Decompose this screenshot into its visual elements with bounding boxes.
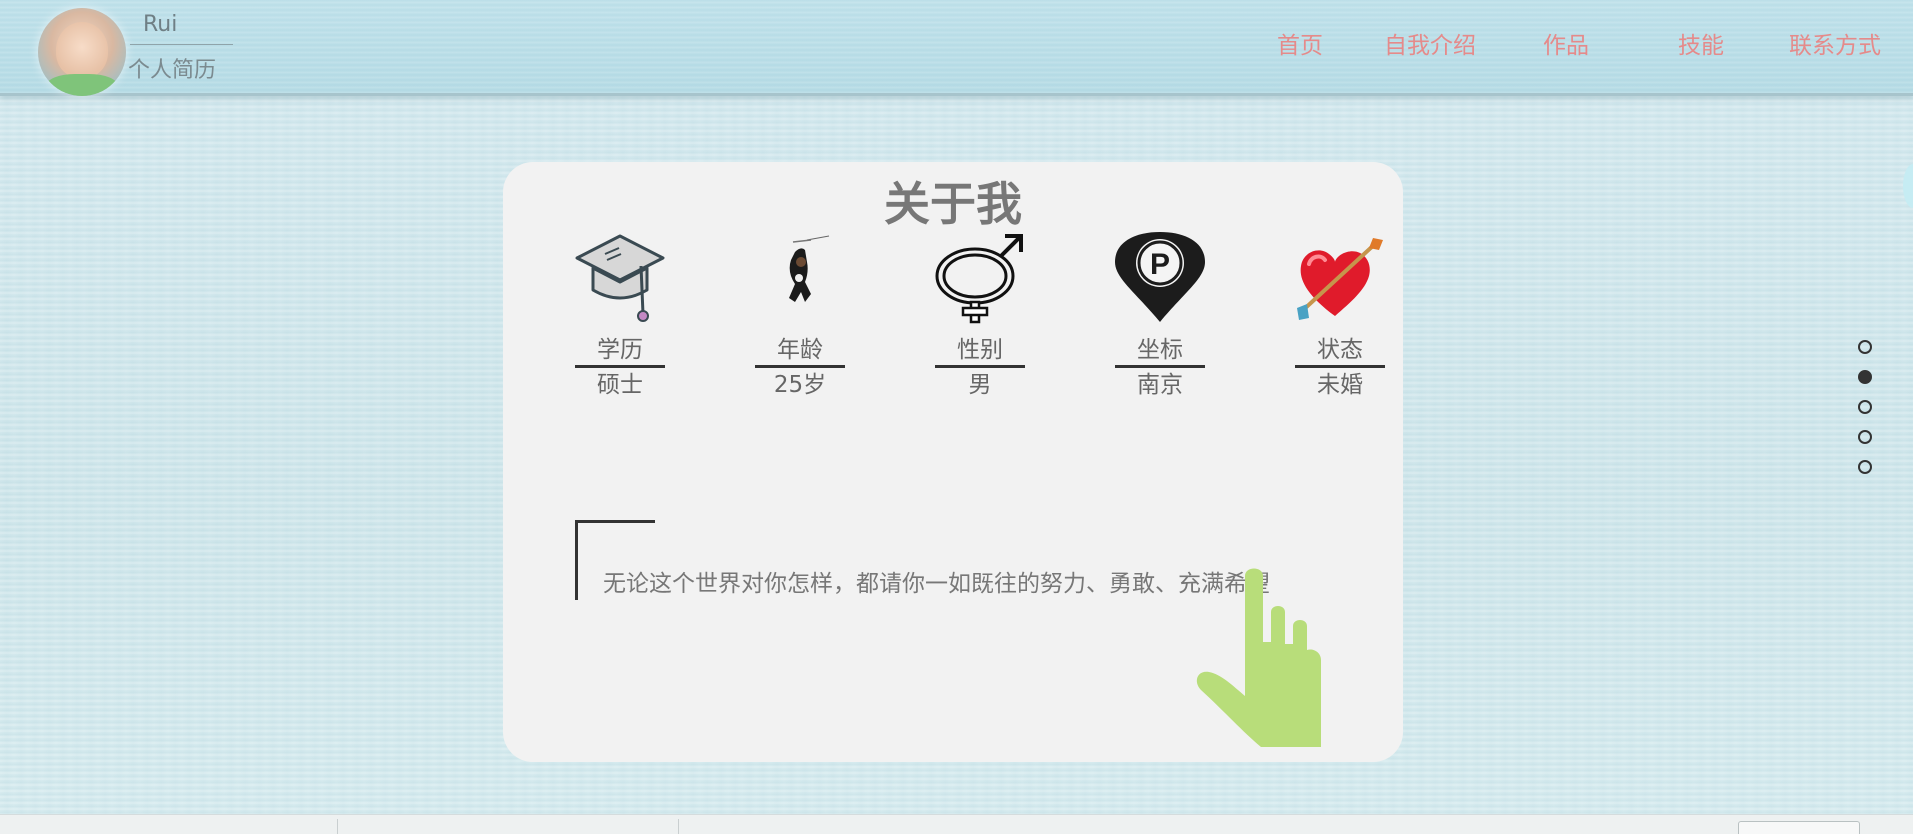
nav-item-about[interactable]: 自我介绍 xyxy=(1384,26,1476,60)
info-label: 状态 xyxy=(1317,337,1363,363)
graduation-cap-icon xyxy=(575,232,665,324)
bottom-separator xyxy=(678,819,679,834)
info-label: 坐标 xyxy=(1137,337,1183,363)
svg-text:P: P xyxy=(1150,248,1170,281)
info-location: P 坐标 南京 xyxy=(1115,232,1205,402)
info-value: 未婚 xyxy=(1317,372,1363,398)
nav-item-home[interactable]: 首页 xyxy=(1277,26,1323,60)
bottom-strip xyxy=(0,814,1913,834)
info-value: 25岁 xyxy=(773,372,827,398)
brand-name: Rui xyxy=(143,12,178,37)
section-dot-1[interactable] xyxy=(1858,340,1872,354)
section-dot-4[interactable] xyxy=(1858,430,1872,444)
avatar-shirt xyxy=(46,74,118,96)
info-value: 南京 xyxy=(1137,372,1183,398)
brand-subtitle: 个人简历 xyxy=(128,58,217,83)
section-dot-3[interactable] xyxy=(1858,400,1872,414)
brand-divider xyxy=(130,44,233,45)
climber-icon xyxy=(755,232,845,324)
info-label: 学历 xyxy=(597,337,643,363)
avatar[interactable] xyxy=(38,8,126,96)
location-pin-icon: P xyxy=(1115,232,1205,324)
section-nav-dots xyxy=(1858,340,1874,490)
about-card: 关于我 学历 硕士 年龄 25岁 性别 男 P 坐标 南京 状态 未婚 无论这个… xyxy=(503,162,1403,762)
info-label: 年龄 xyxy=(777,337,823,363)
info-label: 性别 xyxy=(957,337,1003,363)
info-value: 硕士 xyxy=(597,372,643,398)
info-gender: 性别 男 xyxy=(935,232,1025,402)
bottom-separator xyxy=(337,819,338,834)
info-value: 男 xyxy=(968,372,992,398)
section-dot-2[interactable] xyxy=(1858,370,1872,384)
section-dot-5[interactable] xyxy=(1858,460,1872,474)
info-education: 学历 硕士 xyxy=(575,232,665,402)
site-header: Rui 个人简历 首页 自我介绍 作品 技能 联系方式 xyxy=(0,0,1913,96)
info-age: 年龄 25岁 xyxy=(755,232,845,402)
gender-symbol-icon xyxy=(935,232,1025,324)
pointing-hand-icon xyxy=(1161,562,1341,747)
info-status: 状态 未婚 xyxy=(1295,232,1385,402)
avatar-face xyxy=(56,22,108,78)
bottom-input-box[interactable] xyxy=(1738,821,1860,834)
nav-item-skills[interactable]: 技能 xyxy=(1678,26,1724,60)
heart-arrow-icon xyxy=(1295,232,1385,324)
nav-item-works[interactable]: 作品 xyxy=(1543,26,1589,60)
card-title: 关于我 xyxy=(884,177,1022,231)
nav-item-contact[interactable]: 联系方式 xyxy=(1789,26,1881,60)
